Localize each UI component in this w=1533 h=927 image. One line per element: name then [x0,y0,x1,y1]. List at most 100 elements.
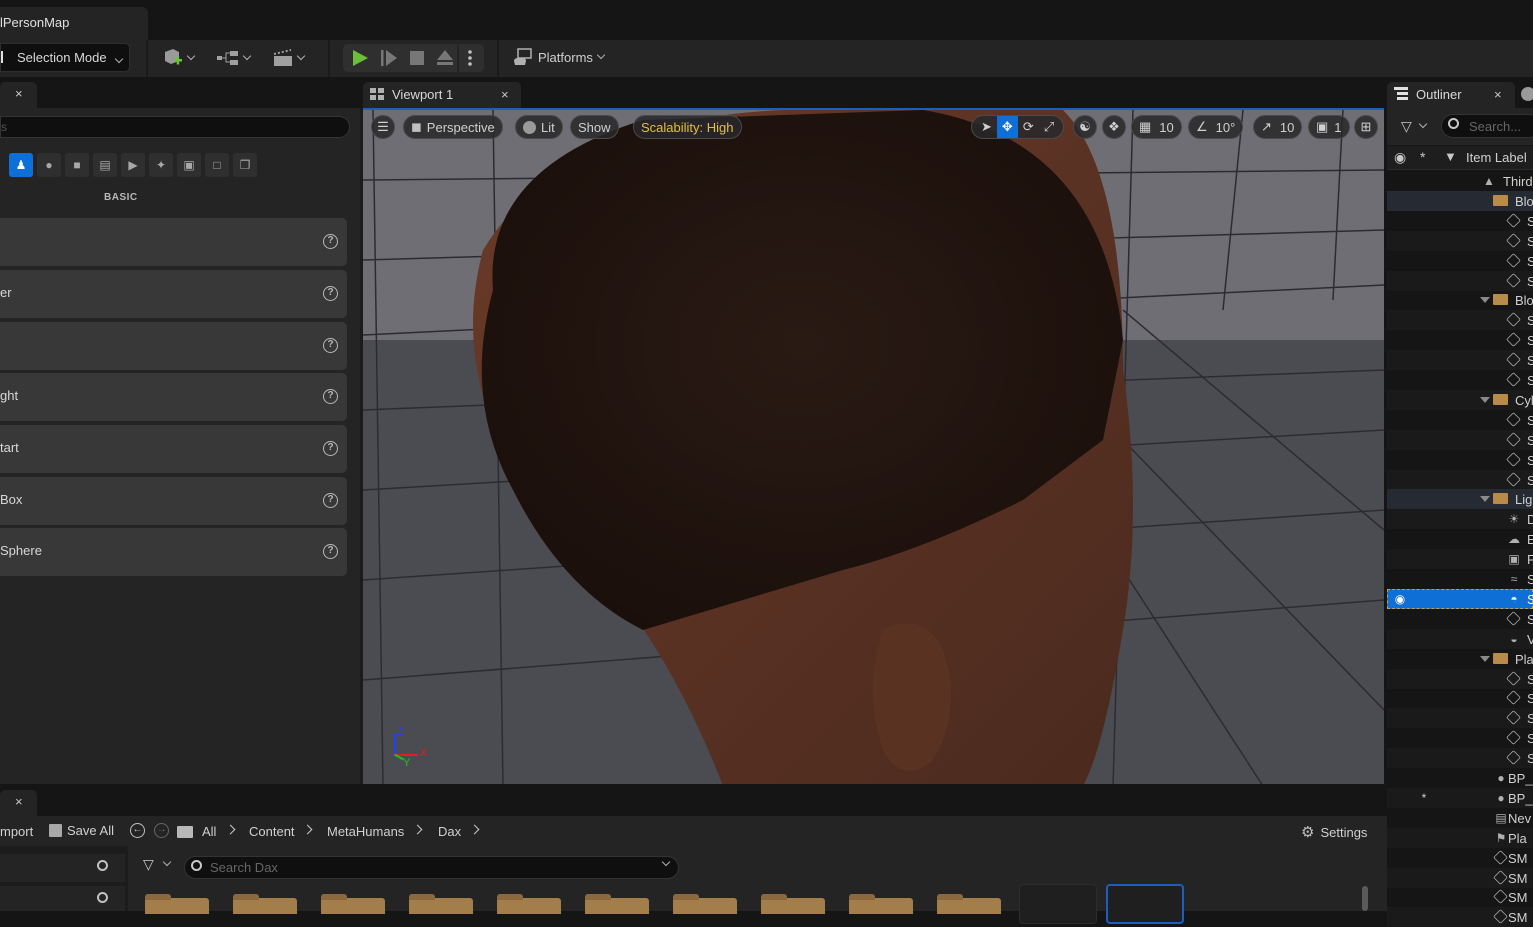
chevron-right-icon[interactable] [412,824,423,835]
outliner-row[interactable]: Lig [1387,489,1533,510]
chevron-down-icon[interactable] [1418,119,1428,129]
outliner-row[interactable]: S [1387,230,1533,251]
outliner-row[interactable]: ▤ Nev [1387,808,1533,828]
sources-search-1[interactable] [0,854,125,882]
chevron-right-icon[interactable] [225,824,236,835]
outliner-row[interactable]: S [1387,251,1533,271]
breadcrumb-item[interactable]: Content [249,824,295,839]
map-tab[interactable]: lPersonMap [0,7,148,40]
expand-arrow-icon[interactable] [1480,396,1490,403]
outliner-row[interactable]: SM [1387,887,1533,907]
stop-icon[interactable] [409,49,427,67]
viewport-menu-button[interactable]: ☰ [371,115,395,139]
place-item[interactable]: tart? [0,425,347,473]
outliner-row[interactable]: S [1387,330,1533,350]
settings-button[interactable]: ⚙ Settings [1301,823,1367,841]
help-icon[interactable]: ? [323,493,338,508]
chevron-right-icon[interactable] [302,824,313,835]
outliner-search-input[interactable]: Search... [1441,114,1533,138]
expand-arrow-icon[interactable] [1480,496,1490,503]
back-icon[interactable]: ← [130,823,145,838]
place-actors-tab[interactable]: × [0,82,37,108]
outliner-row[interactable]: S [1387,350,1533,371]
eject-icon[interactable] [436,49,454,67]
outliner-tab[interactable]: Outliner × [1387,82,1515,108]
breadcrumb-item[interactable]: Dax [438,824,461,839]
folder-item[interactable] [849,894,913,914]
scrollbar-thumb[interactable] [1362,886,1368,911]
close-icon[interactable]: × [1494,87,1502,102]
save-all-button[interactable]: Save All [49,823,114,838]
outliner-row[interactable]: Cyl [1387,389,1533,410]
outliner-row[interactable]: ▣ F [1387,549,1533,570]
outliner-row[interactable]: ☁ E [1387,529,1533,549]
place-item[interactable]: er? [0,270,347,318]
item-label-column[interactable]: Item Label [1466,150,1527,165]
play-icon[interactable] [351,49,369,67]
close-icon[interactable]: × [501,87,509,102]
outliner-row[interactable]: S [1387,211,1533,231]
select-tool-icon[interactable]: ➤ [976,116,997,138]
blueprint-button[interactable] [216,46,252,70]
outliner-row[interactable]: SM [1387,907,1533,927]
help-icon[interactable]: ? [323,441,338,456]
outliner-row[interactable]: ◒ V [1387,628,1533,649]
outliner-row[interactable]: S [1387,728,1533,748]
folder-item[interactable] [497,894,561,914]
outliner-row[interactable]: Pla [1387,649,1533,669]
content-browser-tab[interactable]: × [0,790,37,816]
outliner-row[interactable]: S [1387,708,1533,729]
perspective-button[interactable]: ◼ Perspective [403,115,503,139]
outliner-row[interactable]: SM [1387,848,1533,868]
folder-item[interactable] [321,894,385,914]
help-icon[interactable]: ? [323,338,338,353]
outliner-row[interactable]: * ● BP_ [1387,787,1533,808]
add-actor-button[interactable] [162,46,196,70]
rotate-tool-icon[interactable]: ⟳ [1018,116,1039,138]
filter-icon[interactable]: ▽ [143,856,154,873]
pin-column-icon[interactable]: ▼ [1444,149,1457,164]
close-icon[interactable]: × [15,794,23,809]
asset-thumbnail-selected[interactable] [1106,884,1184,924]
world-local-toggle[interactable]: ☯ [1073,115,1097,139]
breadcrumb-item[interactable]: MetaHumans [327,824,404,839]
category-basic-icon[interactable]: ♟ [9,153,33,177]
viewport-tab[interactable]: Viewport 1 × [363,82,521,108]
outliner-row[interactable]: S [1387,429,1533,450]
asset-search-input[interactable]: Search Dax [184,856,679,879]
visibility-icon[interactable]: ◉ [1393,592,1407,606]
outliner-row[interactable]: S [1387,270,1533,291]
selection-mode-dropdown[interactable]: Selection Mode [0,43,130,72]
outliner-row[interactable]: S [1387,370,1533,390]
outliner-row[interactable]: S [1387,688,1533,708]
scale-snap-control[interactable]: ↗ 10 [1253,115,1303,139]
place-actors-search-input[interactable]: s [0,116,350,138]
chevron-down-icon[interactable] [162,857,172,867]
folder-item[interactable] [761,894,825,914]
folder-item[interactable] [673,894,737,914]
folder-item[interactable] [585,894,649,914]
place-item[interactable]: ? [0,218,347,266]
help-icon[interactable]: ? [323,234,338,249]
outliner-row[interactable]: Blo [1387,290,1533,310]
visibility-column-icon[interactable]: ◉ [1394,149,1406,166]
cinematics-button[interactable] [272,46,306,70]
outliner-row[interactable]: S [1387,450,1533,470]
camera-speed-control[interactable]: ▣ 1 [1308,115,1350,139]
chevron-right-icon[interactable] [469,824,480,835]
outliner-row[interactable]: ☀ D [1387,509,1533,530]
folder-item[interactable] [409,894,473,914]
help-icon[interactable]: ? [323,389,338,404]
filter-icon[interactable]: ▽ [1401,118,1412,135]
place-item[interactable]: ? [0,322,347,370]
expand-arrow-icon[interactable] [1480,297,1490,304]
outliner-row[interactable]: S [1387,410,1533,430]
scalability-button[interactable]: Scalability: High [633,115,742,139]
translate-tool-icon[interactable]: ✥ [996,116,1018,138]
import-button[interactable]: mport [0,824,33,839]
grid-snap-control[interactable]: ▦ 10 [1131,115,1182,139]
category-shapes-icon[interactable]: ■ [65,153,89,177]
outliner-row[interactable]: Blo [1387,190,1533,211]
level-viewport[interactable]: ☰ ◼ Perspective Lit Show Scalability: Hi… [363,108,1384,784]
chevron-down-icon[interactable] [661,857,671,867]
